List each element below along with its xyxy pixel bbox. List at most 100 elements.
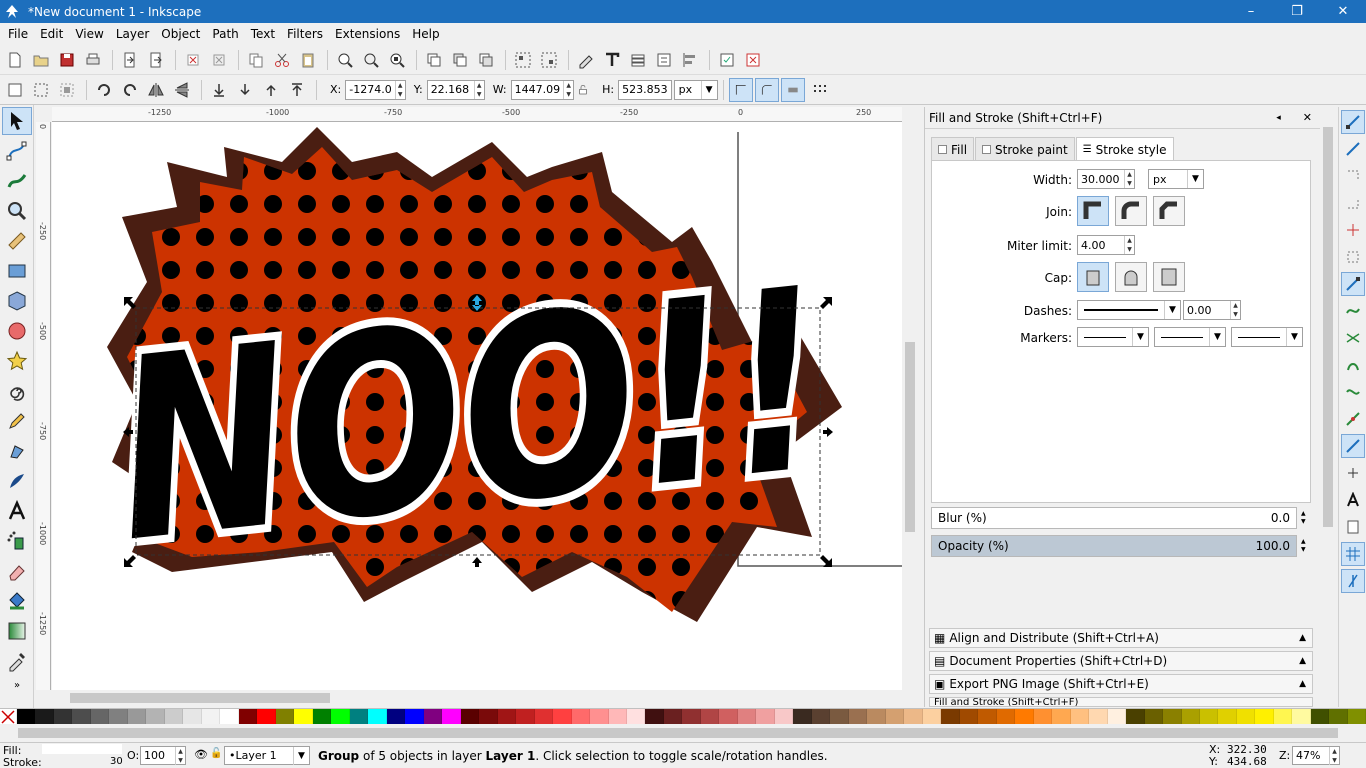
- color-swatch[interactable]: [257, 709, 276, 725]
- menu-layer[interactable]: Layer: [110, 27, 155, 41]
- opacity-spin-arrows[interactable]: ▲ ▼: [1301, 538, 1306, 554]
- dashes-select[interactable]: ▼: [1077, 300, 1181, 320]
- redo-icon[interactable]: [207, 48, 231, 72]
- panel-scrollbar[interactable]: [1320, 107, 1336, 707]
- color-swatch[interactable]: [405, 709, 424, 725]
- snap-enable-icon[interactable]: [1341, 110, 1365, 134]
- width-unit-select[interactable]: px ▼: [1148, 169, 1204, 189]
- scale-corners-toggle[interactable]: [754, 77, 779, 102]
- color-swatch[interactable]: [164, 709, 184, 725]
- status-opacity-arrows[interactable]: ▲ ▼: [175, 746, 185, 765]
- chevron-down-icon[interactable]: ▼: [1209, 328, 1225, 346]
- menu-extensions[interactable]: Extensions: [329, 27, 406, 41]
- color-swatch[interactable]: [885, 709, 905, 725]
- menu-object[interactable]: Object: [155, 27, 206, 41]
- spray-tool[interactable]: [2, 527, 32, 555]
- chevron-down-icon[interactable]: ▼: [1187, 170, 1203, 188]
- zoom-page-icon[interactable]: [385, 48, 409, 72]
- w-spin-arrows[interactable]: ▲ ▼: [563, 80, 573, 99]
- color-swatch[interactable]: [811, 709, 831, 725]
- handle-ne[interactable]: [820, 297, 832, 309]
- collapse-panel-icon[interactable]: ◂: [1276, 113, 1281, 123]
- pencil-tool[interactable]: [2, 407, 32, 435]
- snap-page-border-icon[interactable]: [1341, 515, 1365, 539]
- width-value[interactable]: 30.000: [1078, 173, 1124, 186]
- export-icon[interactable]: [144, 48, 168, 72]
- snap-bbox-corner-icon[interactable]: [1341, 191, 1365, 215]
- expand-icon[interactable]: ▲: [1299, 679, 1306, 689]
- y-value[interactable]: 22.168: [428, 83, 474, 96]
- color-swatch[interactable]: [460, 709, 480, 725]
- stroke-width-value[interactable]: 30: [110, 756, 123, 767]
- color-swatch[interactable]: [238, 709, 258, 725]
- no-paint-swatch[interactable]: [0, 709, 17, 725]
- dash-offset-spinbox[interactable]: 0.00 ▲ ▼: [1183, 300, 1241, 320]
- snap-bbox-midpoint-icon[interactable]: [1341, 218, 1365, 242]
- h-value[interactable]: 523.853: [619, 83, 671, 96]
- w-spinbox[interactable]: 1447.09 ▲ ▼: [510, 79, 575, 100]
- measure-tool[interactable]: [2, 227, 32, 255]
- h-spinbox[interactable]: 523.853: [618, 79, 672, 100]
- blur-value[interactable]: 0.0: [1271, 511, 1290, 525]
- width-spinbox[interactable]: 30.000 ▲ ▼: [1077, 169, 1135, 189]
- color-swatch[interactable]: [516, 709, 535, 725]
- dash-offset-arrows[interactable]: ▲ ▼: [1230, 301, 1240, 319]
- chevron-down-icon[interactable]: ▼: [1164, 301, 1180, 319]
- color-swatch[interactable]: [959, 709, 979, 725]
- drawing-canvas[interactable]: NOO!!: [52, 122, 902, 690]
- snap-guide-icon[interactable]: [1341, 569, 1365, 593]
- chevron-down-icon[interactable]: ▼: [1286, 328, 1302, 346]
- dock-export-png[interactable]: ▣ Export PNG Image (Shift+Ctrl+E) ▲: [929, 674, 1313, 694]
- color-swatch[interactable]: [1163, 709, 1182, 725]
- end-marker-select[interactable]: ▼: [1231, 327, 1303, 347]
- menu-edit[interactable]: Edit: [34, 27, 69, 41]
- blur-spin-arrows[interactable]: ▲ ▼: [1301, 510, 1306, 526]
- dock-fill-stroke[interactable]: Fill and Stroke (Shift+Ctrl+F): [929, 697, 1313, 707]
- menu-filters[interactable]: Filters: [281, 27, 329, 41]
- menu-view[interactable]: View: [69, 27, 109, 41]
- color-swatch[interactable]: [1329, 709, 1348, 725]
- fill-swatch[interactable]: [42, 744, 122, 754]
- snap-smooth-icon[interactable]: [1341, 380, 1365, 404]
- move-gradients-toggle[interactable]: [780, 77, 805, 102]
- deselect-icon[interactable]: [55, 78, 79, 102]
- color-swatch[interactable]: [645, 709, 664, 725]
- scale-stroke-toggle[interactable]: [728, 77, 753, 102]
- color-swatch[interactable]: [72, 709, 91, 725]
- xml-editor-icon[interactable]: [574, 48, 598, 72]
- color-swatch[interactable]: [1089, 709, 1108, 725]
- color-swatch[interactable]: [571, 709, 591, 725]
- color-swatch[interactable]: [1144, 709, 1164, 725]
- paste-icon[interactable]: [296, 48, 320, 72]
- x-value[interactable]: -1274.0: [346, 83, 394, 96]
- color-swatch[interactable]: [201, 709, 221, 725]
- color-swatch[interactable]: [996, 709, 1016, 725]
- miter-spin-arrows[interactable]: ▲ ▼: [1124, 236, 1134, 254]
- chevron-down-icon[interactable]: ▼: [700, 80, 717, 99]
- lock-proportions-icon[interactable]: [574, 78, 592, 102]
- undo-icon[interactable]: [181, 48, 205, 72]
- raise-icon[interactable]: [259, 78, 283, 102]
- dock-document-properties[interactable]: ▤ Document Properties (Shift+Ctrl+D) ▲: [929, 651, 1313, 671]
- menu-text[interactable]: Text: [245, 27, 281, 41]
- layer-visibility-icon[interactable]: 👁: [194, 748, 208, 761]
- status-opacity-value[interactable]: 100: [141, 749, 175, 762]
- color-swatch[interactable]: [312, 709, 332, 725]
- expand-icon[interactable]: ▲: [1299, 656, 1306, 666]
- color-swatch[interactable]: [1181, 709, 1200, 725]
- align-distribute-icon[interactable]: [678, 48, 702, 72]
- color-swatch[interactable]: [53, 709, 73, 725]
- new-document-icon[interactable]: [3, 48, 27, 72]
- color-swatch[interactable]: [331, 709, 350, 725]
- color-swatch[interactable]: [867, 709, 886, 725]
- node-tool[interactable]: [2, 137, 32, 165]
- snap-intersection-icon[interactable]: [1341, 326, 1365, 350]
- color-swatch[interactable]: [1052, 709, 1071, 725]
- dash-offset-value[interactable]: 0.00: [1184, 304, 1230, 317]
- select-all-icon[interactable]: [3, 78, 27, 102]
- zoom-value[interactable]: 47%: [1293, 749, 1329, 762]
- raise-to-top-icon[interactable]: [285, 78, 309, 102]
- color-swatch[interactable]: [756, 709, 775, 725]
- color-swatch[interactable]: [275, 709, 295, 725]
- text-font-icon[interactable]: [600, 48, 624, 72]
